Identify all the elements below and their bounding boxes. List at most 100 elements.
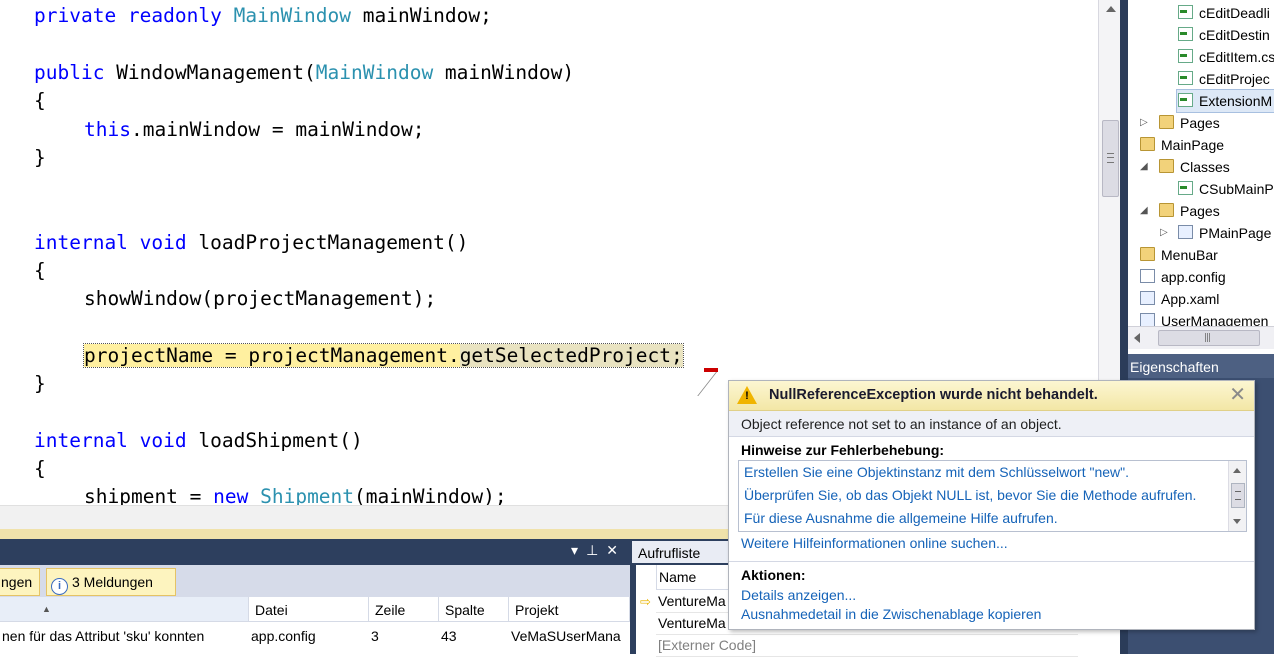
tree-item[interactable]: cEditDestin [1178,24,1270,46]
troubleshooting-tips-label: Hinweise zur Fehlerbehebung: [741,442,945,458]
tree-item-folder[interactable]: Classes [1159,156,1230,178]
xaml-file-icon [1140,291,1155,305]
tree-item[interactable]: cEditItem.cs [1178,46,1274,68]
error-column-cell[interactable]: 43 [439,623,509,649]
divider [729,561,1254,562]
column-header-column[interactable]: Spalte [439,597,509,622]
tree-item-folder[interactable]: MainPage [1140,134,1224,156]
error-list-panel: ▾⊥✕ ngen i3 Meldungen ▲ Datei Zeile Spal… [0,539,630,654]
error-project-cell[interactable]: VeMaSUserMana [509,623,630,649]
scroll-down-icon[interactable] [1233,519,1241,524]
error-line-cell[interactable]: 3 [369,623,439,649]
current-statement-highlight: projectName = projectManagement.getSelec… [83,343,684,368]
config-file-icon [1140,269,1155,283]
folder-icon [1159,203,1174,217]
tree-item[interactable]: PMainPage [1178,222,1271,244]
scrollbar-thumb[interactable] [1231,483,1245,508]
code-line[interactable]: { [34,87,46,115]
exception-header: ! NullReferenceException wurde nicht beh… [729,381,1254,411]
collapse-arrow-icon[interactable]: ◢ [1140,205,1148,216]
tree-item[interactable]: app.config [1140,266,1226,288]
code-line[interactable]: internal void loadProjectManagement() [34,229,468,257]
csharp-file-icon [1178,49,1193,63]
csharp-file-icon [1178,93,1193,107]
exception-message: Object reference not set to an instance … [729,411,1254,437]
error-description-cell[interactable]: nen für das Attribut 'sku' konnten [0,623,248,649]
folder-icon [1140,247,1155,261]
hint-link-general-help[interactable]: Für diese Ausnahme die allgemeine Hilfe … [744,507,1058,530]
code-line[interactable]: showWindow(projectManagement); [84,285,436,313]
folder-icon [1140,137,1155,151]
xaml-file-icon [1140,313,1155,327]
actions-label: Aktionen: [741,567,806,583]
more-help-online-link[interactable]: Weitere Hilfeinformationen online suchen… [741,535,1008,551]
column-header-project[interactable]: Projekt [509,597,630,622]
error-file-cell[interactable]: app.config [249,623,369,649]
csharp-file-icon [1178,5,1193,19]
grip-icon [1107,153,1114,163]
warning-mark: ! [745,390,749,402]
hints-scrollbar[interactable] [1228,461,1246,531]
info-icon: i [51,578,68,595]
collapse-arrow-icon[interactable]: ◢ [1140,161,1148,172]
column-header-file[interactable]: Datei [249,597,369,622]
xaml-file-icon [1178,225,1193,239]
code-line[interactable]: shipment = new Shipment(mainWindow); [84,483,507,505]
code-line[interactable]: { [34,257,46,285]
tree-item[interactable]: cEditDeadli [1178,2,1270,24]
column-header-description[interactable]: ▲ [0,597,249,622]
expand-arrow-icon[interactable]: ▷ [1160,227,1168,238]
tree-item[interactable]: CSubMainP [1178,178,1274,200]
messages-filter-button[interactable]: i3 Meldungen [46,568,176,596]
csharp-file-icon [1178,181,1193,195]
folder-icon [1159,115,1174,129]
view-details-link[interactable]: Details anzeigen... [741,587,856,603]
error-list-header: ▾⊥✕ [0,539,630,565]
code-line[interactable]: public WindowManagement(MainWindow mainW… [34,59,574,87]
dropdown-icon[interactable]: ▾ [571,543,586,559]
folder-icon [1159,159,1174,173]
current-frame-arrow-icon: ⇨ [640,595,651,610]
tree-item-folder[interactable]: Pages [1159,112,1220,134]
copy-exception-detail-link[interactable]: Ausnahmedetail in die Zwischenablage kop… [741,606,1041,622]
hint-link-check-null[interactable]: Überprüfen Sie, ob das Objekt NULL ist, … [744,484,1196,507]
properties-panel-title[interactable]: Eigenschaften [1128,354,1274,378]
error-list-toolbar: ngen i3 Meldungen [0,565,630,597]
expand-arrow-icon[interactable]: ▷ [1140,117,1148,128]
error-list-grid: ▲ Datei Zeile Spalte Projekt nen für das… [0,597,630,654]
code-line[interactable]: this.mainWindow = mainWindow; [84,116,424,144]
exception-assistant-popup: ! NullReferenceException wurde nicht beh… [728,380,1255,630]
tree-item-selected[interactable]: ExtensionM [1176,89,1274,113]
csharp-file-icon [1178,71,1193,85]
code-line[interactable]: { [34,455,46,483]
sort-ascending-icon: ▲ [42,604,51,614]
scroll-left-icon[interactable] [1134,333,1140,343]
hint-link-new-instance[interactable]: Erstellen Sie eine Objektinstanz mit dem… [744,461,1129,484]
grip-icon: ||| [1204,333,1211,343]
scrollbar-thumb[interactable] [1102,120,1119,197]
solution-explorer: cEditDeadli cEditDestin cEditItem.cs cEd… [1128,0,1274,330]
scroll-up-icon[interactable] [1106,6,1116,12]
csharp-file-icon [1178,27,1193,41]
pin-icon[interactable]: ⊥ [586,543,606,559]
tree-item-folder[interactable]: Pages [1159,200,1220,222]
close-icon[interactable]: ✕ [606,543,626,559]
scroll-up-icon[interactable] [1233,468,1241,473]
troubleshooting-tips-list: Erstellen Sie eine Objektinstanz mit dem… [738,460,1247,532]
tree-item-folder[interactable]: MenuBar [1140,244,1218,266]
column-header-line[interactable]: Zeile [369,597,439,622]
code-line[interactable]: internal void loadShipment() [34,427,363,455]
tree-item[interactable]: App.xaml [1140,288,1219,310]
tree-item[interactable]: cEditProjec [1178,68,1270,90]
warnings-filter-button[interactable]: ngen [0,568,40,596]
exception-title: NullReferenceException wurde nicht behan… [769,387,1098,403]
code-line[interactable]: } [34,370,46,398]
close-icon[interactable]: ✕ [1229,384,1246,406]
scrollbar-thumb[interactable]: ||| [1158,330,1260,346]
solution-horizontal-scrollbar[interactable]: ||| [1128,326,1274,349]
code-line[interactable]: private readonly MainWindow mainWindow; [34,2,492,30]
code-line[interactable]: } [34,144,46,172]
current-statement-line[interactable]: projectName = projectManagement.getSelec… [83,342,684,370]
panel-window-buttons: ▾⊥✕ [571,543,626,559]
grip-icon [1235,491,1241,500]
